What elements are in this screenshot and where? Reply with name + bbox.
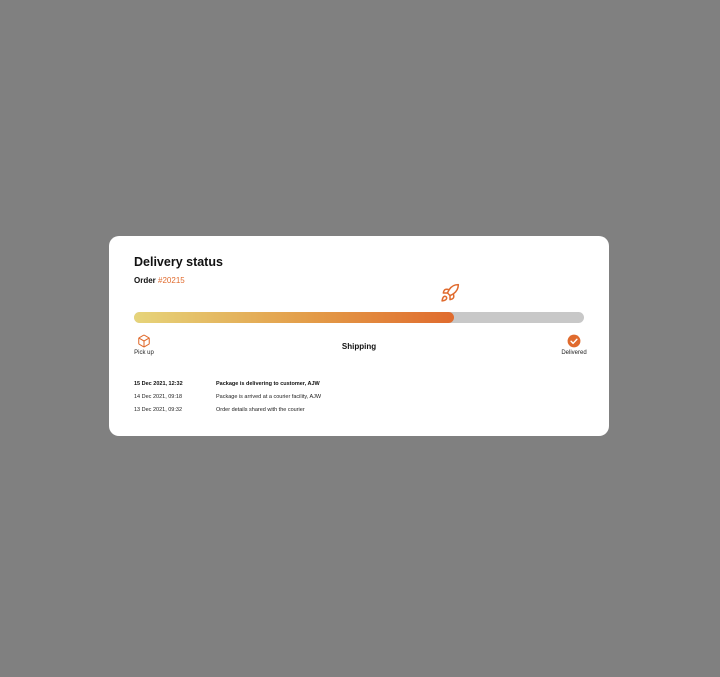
timeline-row: 13 Dec 2021, 09:32 Order details shared … xyxy=(134,407,574,420)
timeline-event: Package is delivering to customer, AJW xyxy=(216,381,320,387)
rocket-icon xyxy=(440,283,460,303)
order-label: Order xyxy=(134,276,156,285)
timeline-date: 14 Dec 2021, 09:18 xyxy=(134,394,183,400)
order-line: Order #20215 xyxy=(134,276,185,285)
current-stage-label: Shipping xyxy=(341,342,377,351)
delivery-status-card: Delivery status Order #20215 Pick up Shi… xyxy=(109,236,609,436)
delivery-progress-bar xyxy=(134,312,584,323)
timeline-event: Package is arrived at a courier facility… xyxy=(216,394,322,400)
timeline-date: 13 Dec 2021, 09:32 xyxy=(134,407,183,413)
stage-label-delivered: Delivered xyxy=(561,350,587,356)
tracking-timeline: 15 Dec 2021, 12:32 Package is delivering… xyxy=(134,381,574,420)
card-title: Delivery status xyxy=(134,255,223,269)
check-circle-icon xyxy=(567,334,581,348)
timeline-event: Order details shared with the courier xyxy=(216,407,305,413)
timeline-row: 15 Dec 2021, 12:32 Package is delivering… xyxy=(134,381,574,394)
timeline-row: 14 Dec 2021, 09:18 Package is arrived at… xyxy=(134,394,574,407)
order-number: #20215 xyxy=(158,276,185,285)
stage-label-pick-up: Pick up xyxy=(134,350,154,356)
stage-delivered: Delivered xyxy=(559,334,589,356)
package-box-icon xyxy=(137,334,151,348)
delivery-progress-fill xyxy=(134,312,454,323)
stage-pick-up: Pick up xyxy=(133,334,155,356)
timeline-date: 15 Dec 2021, 12:32 xyxy=(134,381,183,387)
